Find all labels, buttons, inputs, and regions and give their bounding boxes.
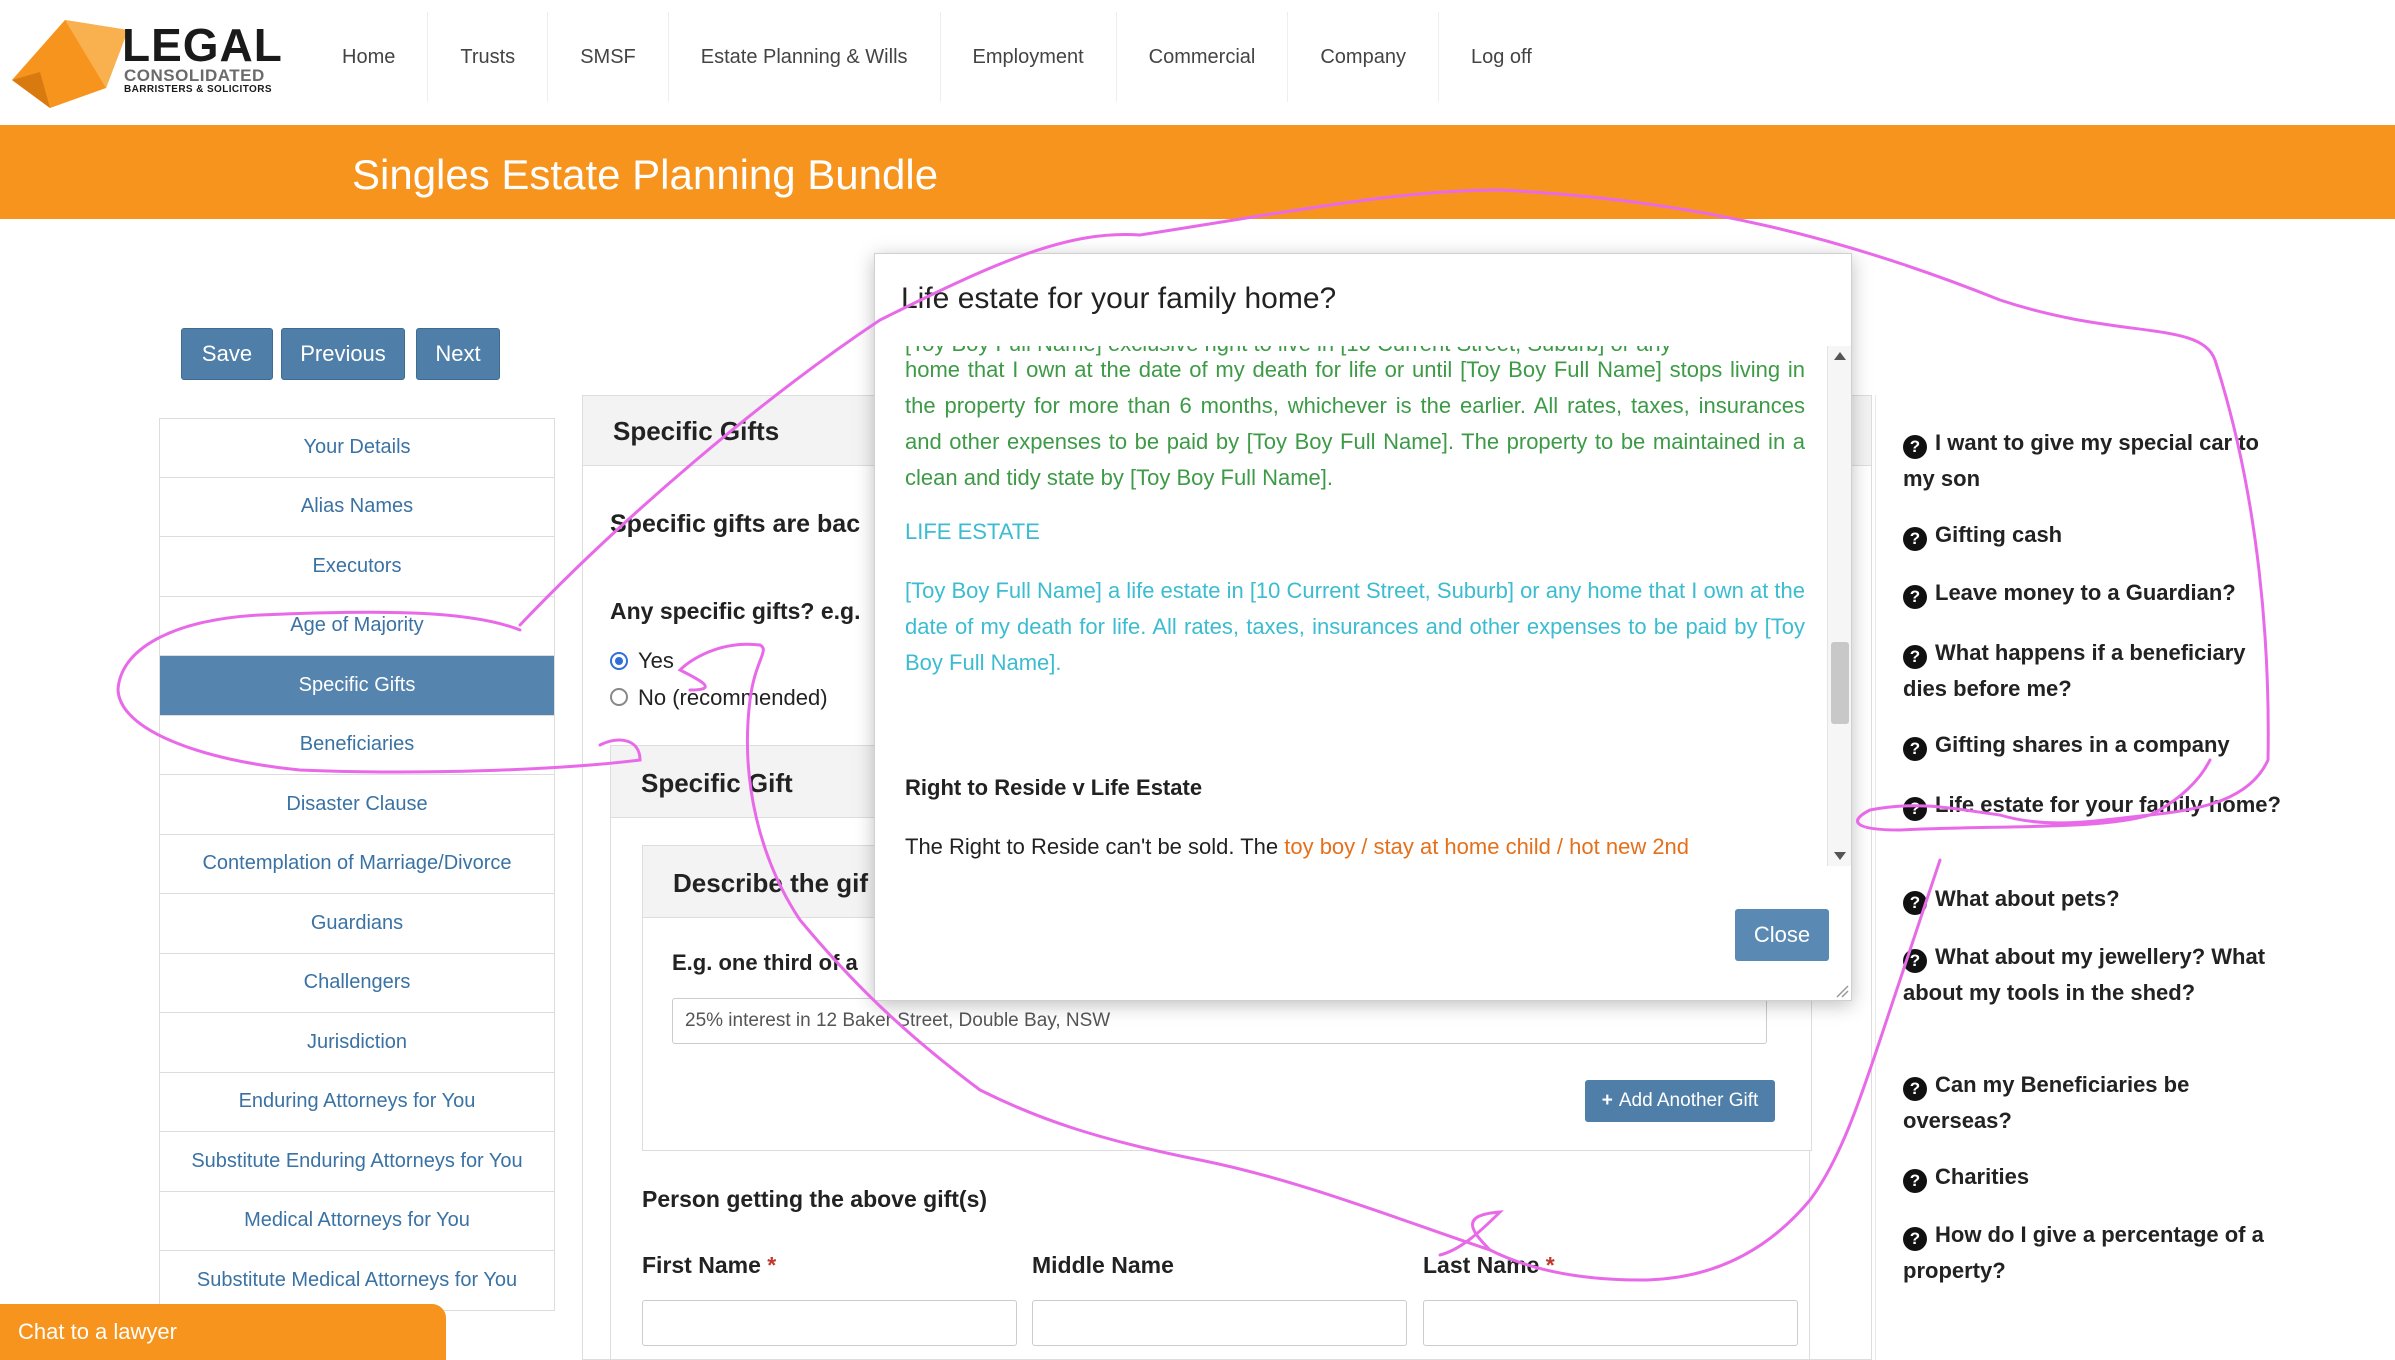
logo-word-consolidated: CONSOLIDATED: [124, 66, 265, 85]
sidebar-item-disaster-clause[interactable]: Disaster Clause: [159, 775, 555, 835]
logo-word-legal: LEGAL: [122, 19, 283, 71]
question-circle-icon: ?: [1903, 1169, 1927, 1193]
scroll-up-icon[interactable]: [1834, 352, 1846, 360]
help-item-percentage-property[interactable]: ? How do I give a percentage of a propert…: [1903, 1217, 2293, 1289]
help-item-life-estate[interactable]: ? Life estate for your family home?: [1903, 787, 2293, 823]
help-topics-panel: ? I want to give my special car to my son…: [1875, 395, 2295, 1360]
question-circle-icon: ?: [1903, 585, 1927, 609]
sidebar-item-challengers[interactable]: Challengers: [159, 953, 555, 1013]
sidebar-item-medical-attorneys[interactable]: Medical Attorneys for You: [159, 1191, 555, 1251]
help-item-gifting-cash[interactable]: ? Gifting cash: [1903, 517, 2293, 553]
modal-scrollbar[interactable]: [1827, 346, 1851, 866]
question-circle-icon: ?: [1903, 1077, 1927, 1101]
describe-gift-title: Describe the gif: [673, 868, 869, 898]
radio-no[interactable]: [610, 688, 628, 706]
sidebar-item-your-details[interactable]: Your Details: [159, 418, 555, 478]
legal-consolidated-logo[interactable]: LEGAL CONSOLIDATED BARRISTERS & SOLICITO…: [10, 12, 283, 108]
last-name-label: Last Name *: [1423, 1252, 1555, 1279]
sidebar-item-substitute-medical-attorneys[interactable]: Substitute Medical Attorneys for You: [159, 1251, 555, 1311]
nav-estate-planning[interactable]: Estate Planning & Wills: [669, 12, 941, 102]
plus-icon: +: [1601, 1090, 1613, 1111]
close-button[interactable]: Close: [1735, 909, 1829, 961]
help-item-jewellery-tools[interactable]: ? What about my jewellery? What about my …: [1903, 939, 2293, 1011]
sidebar-item-alias-names[interactable]: Alias Names: [159, 477, 555, 537]
first-name-input[interactable]: [642, 1300, 1017, 1346]
nav-log-off[interactable]: Log off: [1439, 12, 1564, 102]
radio-yes[interactable]: [610, 652, 628, 670]
question-circle-icon: ?: [1903, 797, 1927, 821]
question-circle-icon: ?: [1903, 949, 1927, 973]
last-name-text: Last Name: [1423, 1252, 1540, 1278]
question-circle-icon: ?: [1903, 737, 1927, 761]
modal-body: [Toy Boy Full Name] exclusive right to l…: [875, 346, 1827, 866]
help-item-beneficiary-dies[interactable]: ? What happens if a beneficiary dies befo…: [1903, 635, 2293, 707]
main-nav: Home Trusts SMSF Estate Planning & Wills…: [310, 12, 1564, 102]
question-circle-icon: ?: [1903, 891, 1927, 915]
sidebar-item-enduring-attorneys[interactable]: Enduring Attorneys for You: [159, 1072, 555, 1132]
gift-example-label: E.g. one third of a: [672, 950, 858, 975]
first-name-text: First Name: [642, 1252, 761, 1278]
nav-company[interactable]: Company: [1288, 12, 1439, 102]
save-button[interactable]: Save: [181, 328, 273, 380]
gift-description-input[interactable]: 25% interest in 12 Baker Street, Double …: [672, 998, 1767, 1044]
modal-rtr-heading: Right to Reside v Life Estate: [905, 775, 1203, 800]
help-item-pets[interactable]: ? What about pets?: [1903, 881, 2293, 917]
panel-title: Specific Gifts: [613, 416, 780, 446]
page-title: Singles Estate Planning Bundle: [352, 151, 939, 198]
first-name-label: First Name *: [642, 1252, 776, 1279]
scroll-down-icon[interactable]: [1834, 852, 1846, 860]
page-header-band: Singles Estate Planning Bundle: [0, 125, 2395, 219]
sidebar-item-substitute-enduring-attorneys[interactable]: Substitute Enduring Attorneys for You: [159, 1132, 555, 1192]
radio-yes-label: Yes: [638, 648, 674, 673]
add-another-gift-label: Add Another Gift: [1618, 1090, 1759, 1111]
sidebar-item-contemplation-of-marriage[interactable]: Contemplation of Marriage/Divorce: [159, 834, 555, 894]
any-specific-gifts-question: Any specific gifts? e.g.: [610, 598, 861, 624]
sidebar-item-age-of-majority[interactable]: Age of Majority: [159, 596, 555, 656]
modal-life-estate-heading: LIFE ESTATE: [905, 519, 1040, 544]
sidebar-item-jurisdiction[interactable]: Jurisdiction: [159, 1013, 555, 1073]
nav-home[interactable]: Home: [310, 12, 429, 102]
top-navigation-bar: LEGAL CONSOLIDATED BARRISTERS & SOLICITO…: [0, 0, 2395, 125]
section-sidebar: Your Details Alias Names Executors Age o…: [159, 418, 555, 1311]
nav-trusts[interactable]: Trusts: [428, 12, 549, 102]
modal-para3: The Right to Reside can't be sold. The t…: [905, 834, 1690, 859]
question-circle-icon: ?: [1903, 527, 1927, 551]
resize-handle-icon[interactable]: [1835, 984, 1849, 998]
previous-button[interactable]: Previous: [281, 328, 405, 380]
middle-name-input[interactable]: [1032, 1300, 1407, 1346]
modal-para1: home that I own at the date of my death …: [905, 357, 1805, 490]
specific-gifts-intro: Specific gifts are bac: [610, 510, 861, 538]
required-marker: *: [1545, 1252, 1555, 1278]
sidebar-item-executors[interactable]: Executors: [159, 537, 555, 597]
help-item-guardian-money[interactable]: ? Leave money to a Guardian?: [1903, 575, 2293, 611]
question-circle-icon: ?: [1903, 435, 1927, 459]
modal-para2: [Toy Boy Full Name] a life estate in [10…: [905, 578, 1806, 675]
sidebar-item-guardians[interactable]: Guardians: [159, 894, 555, 954]
next-button[interactable]: Next: [416, 328, 500, 380]
help-item-beneficiaries-overseas[interactable]: ? Can my Beneficiaries be overseas?: [1903, 1067, 2293, 1139]
modal-title: Life estate for your family home?: [901, 282, 1337, 315]
sidebar-item-specific-gifts[interactable]: Specific Gifts: [159, 656, 555, 716]
sidebar-item-beneficiaries[interactable]: Beneficiaries: [159, 715, 555, 775]
scroll-thumb[interactable]: [1831, 642, 1849, 724]
logo-mark-icon: [12, 20, 128, 108]
radio-no-label: No (recommended): [638, 685, 828, 710]
nav-smsf[interactable]: SMSF: [548, 12, 669, 102]
life-estate-modal: Life estate for your family home? [Toy B…: [874, 253, 1852, 1001]
nav-commercial[interactable]: Commercial: [1117, 12, 1289, 102]
specific-gift-title: Specific Gift: [641, 768, 793, 798]
add-another-gift-button[interactable]: + Add Another Gift: [1585, 1080, 1775, 1122]
help-item-gifting-shares[interactable]: ? Gifting shares in a company: [1903, 727, 2293, 763]
help-item-special-car[interactable]: ? I want to give my special car to my son: [1903, 425, 2293, 497]
chat-to-lawyer-button[interactable]: Chat to a lawyer: [0, 1304, 446, 1360]
middle-name-label: Middle Name: [1032, 1252, 1174, 1278]
help-item-charities[interactable]: ? Charities: [1903, 1159, 2293, 1195]
nav-employment[interactable]: Employment: [941, 12, 1117, 102]
logo-tagline: BARRISTERS & SOLICITORS: [124, 84, 272, 95]
question-circle-icon: ?: [1903, 645, 1927, 669]
question-circle-icon: ?: [1903, 1227, 1927, 1251]
last-name-input[interactable]: [1423, 1300, 1798, 1346]
required-marker: *: [767, 1252, 777, 1278]
person-getting-gift-label: Person getting the above gift(s): [642, 1186, 988, 1212]
